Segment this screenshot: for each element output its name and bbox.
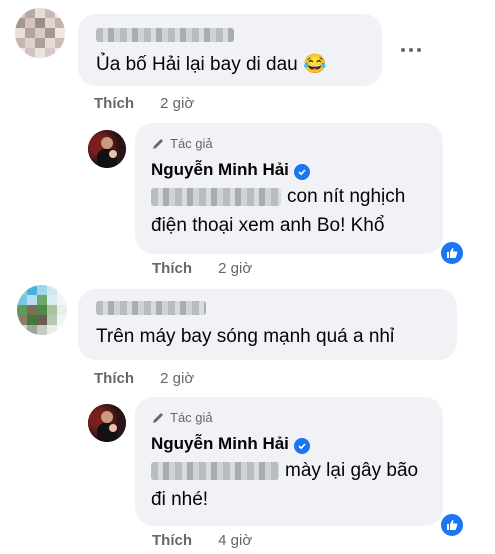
pencil-icon: [153, 412, 163, 423]
reply-text: mày lại gây bão: [285, 460, 419, 481]
reply-bubble: Tác giả Nguyễn Minh Hải con nít nghịch đ…: [135, 123, 443, 254]
commenter-avatar[interactable]: [17, 285, 67, 335]
reply-text-line2: điện thoại xem anh Bo! Khổ: [151, 215, 385, 236]
verified-icon: [293, 164, 310, 180]
comment-text: Ủa bố Hải lại bay di dau: [96, 54, 298, 75]
like-link[interactable]: Thích: [94, 95, 134, 112]
comment-bubble: Trên máy bay sóng mạnh quá a nhỉ: [78, 289, 457, 360]
like-link[interactable]: Thích: [94, 370, 134, 387]
blurred-commenter-name: [96, 28, 234, 42]
comment-time[interactable]: 2 giờ: [160, 370, 194, 387]
blurred-mention: [151, 461, 279, 480]
comment-time[interactable]: 2 giờ: [160, 95, 194, 112]
author-tag: Tác giả: [170, 136, 213, 151]
author-tag: Tác giả: [170, 410, 213, 425]
comment-bubble: Ủa bố Hải lại bay di dau 😂: [78, 14, 382, 86]
laughing-emoji: 😂: [303, 54, 327, 75]
author-name[interactable]: Nguyễn Minh Hải: [151, 160, 289, 179]
reply-bubble: Tác giả Nguyễn Minh Hải mày lại gây bão …: [135, 397, 443, 526]
like-link[interactable]: Thích: [152, 260, 192, 277]
commenter-avatar[interactable]: [15, 8, 65, 58]
reply-time[interactable]: 4 giờ: [218, 532, 252, 549]
reply-time[interactable]: 2 giờ: [218, 260, 252, 277]
blurred-mention: [151, 187, 281, 206]
like-reaction-icon[interactable]: [439, 512, 465, 538]
author-name[interactable]: Nguyễn Minh Hải: [151, 434, 289, 453]
author-avatar[interactable]: [88, 404, 126, 442]
blurred-commenter-name: [96, 301, 206, 315]
pencil-icon: [153, 138, 163, 149]
author-avatar[interactable]: [88, 130, 126, 168]
reply-text-line2: đi nhé!: [151, 489, 209, 510]
comment-text: Trên máy bay sóng mạnh quá a nhỉ: [96, 326, 395, 347]
verified-icon: [293, 438, 310, 454]
reply-text: con nít nghịch: [287, 186, 406, 207]
like-link[interactable]: Thích: [152, 532, 192, 549]
like-reaction-icon[interactable]: [439, 240, 465, 266]
more-options-icon[interactable]: [401, 48, 421, 52]
